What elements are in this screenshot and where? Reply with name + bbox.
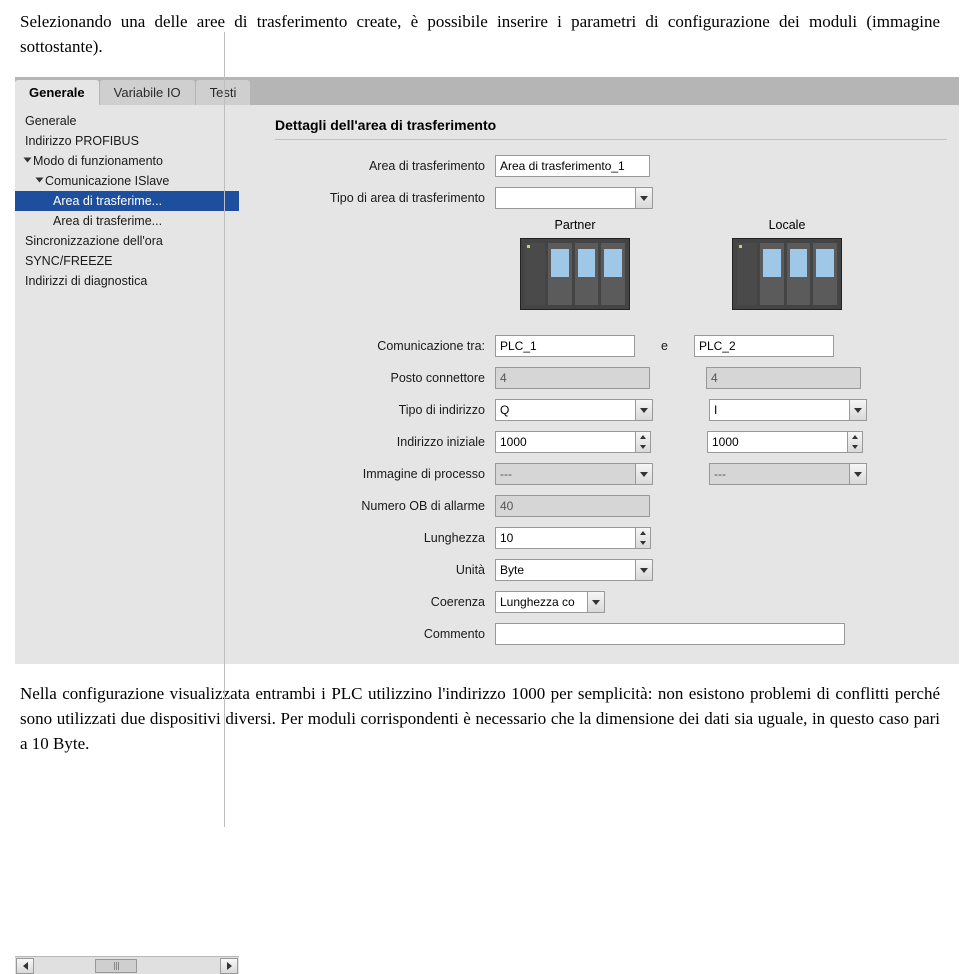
spinner-lunghezza[interactable] (495, 527, 651, 549)
label-partner: Partner (495, 218, 655, 232)
label-unita: Unità (275, 563, 495, 577)
combo-input[interactable] (495, 399, 635, 421)
label-tipo-area: Tipo di area di trasferimento (275, 191, 495, 205)
doc-outro-paragraph: Nella configurazione visualizzata entram… (0, 664, 960, 766)
sidebar-item-generale[interactable]: Generale (15, 111, 239, 131)
doc-intro-paragraph: Selezionando una delle aree di trasferim… (0, 0, 960, 77)
sidebar-item-sincronizzazione[interactable]: Sincronizzazione dell'ora (15, 231, 239, 251)
combo-immagine-b[interactable] (709, 463, 867, 485)
input-plc-a[interactable] (495, 335, 635, 357)
dropdown-button[interactable] (849, 399, 867, 421)
chevron-down-icon (640, 568, 648, 573)
chevron-right-icon (227, 962, 232, 970)
label-coerenza: Coerenza (275, 595, 495, 609)
input-numero-ob (495, 495, 650, 517)
combo-input[interactable] (495, 187, 635, 209)
tab-generale[interactable]: Generale (15, 80, 99, 105)
spin-down[interactable] (636, 538, 650, 548)
label-comunicazione-tra: Comunicazione tra: (275, 339, 495, 353)
spinner-input[interactable] (495, 527, 635, 549)
scroll-left-button[interactable] (16, 958, 34, 974)
scroll-right-button[interactable] (220, 958, 238, 974)
caret-icon (24, 158, 32, 163)
sidebar-item-indirizzo-profibus[interactable]: Indirizzo PROFIBUS (15, 131, 239, 151)
sidebar-nav: Generale Indirizzo PROFIBUS Modo di funz… (15, 105, 239, 664)
label-area-trasferimento: Area di trasferimento (275, 159, 495, 173)
sidebar-item-comunicazione-islave[interactable]: Comunicazione ISlave (15, 171, 239, 191)
combo-tipo-area[interactable] (495, 187, 653, 209)
label-e: e (661, 339, 668, 353)
label-immagine-processo: Immagine di processo (275, 467, 495, 481)
caret-icon (36, 178, 44, 183)
label-tipo-indirizzo: Tipo di indirizzo (275, 403, 495, 417)
sidebar-item-area-trasferimento-1[interactable]: Area di trasferime... (15, 191, 239, 211)
chevron-down-icon (854, 472, 862, 477)
sidebar-hscrollbar[interactable] (15, 956, 239, 974)
label-numero-ob: Numero OB di allarme (275, 499, 495, 513)
spinner-input[interactable] (495, 431, 635, 453)
combo-coerenza[interactable] (495, 591, 605, 613)
input-commento[interactable] (495, 623, 845, 645)
locale-column: Locale (707, 218, 867, 310)
dropdown-button[interactable] (635, 559, 653, 581)
input-plc-b[interactable] (694, 335, 834, 357)
spinner-indirizzo-b[interactable] (707, 431, 863, 453)
tab-testi[interactable]: Testi (196, 80, 251, 105)
sidebar-item-indirizzi-diagnostica[interactable]: Indirizzi di diagnostica (15, 271, 239, 291)
details-pane: Dettagli dell'area di trasferimento Area… (239, 105, 959, 664)
partner-column: Partner (495, 218, 655, 310)
plc-locale-icon (732, 238, 842, 310)
combo-input[interactable] (709, 399, 849, 421)
tab-bar: Generale Variabile IO Testi (15, 77, 959, 105)
spin-up[interactable] (636, 528, 650, 538)
spin-down[interactable] (636, 442, 650, 452)
chevron-down-icon (854, 408, 862, 413)
chevron-down-icon (640, 196, 648, 201)
label-indirizzo-iniziale: Indirizzo iniziale (275, 435, 495, 449)
chevron-down-icon (592, 600, 600, 605)
config-panel: Generale Variabile IO Testi Generale Ind… (15, 77, 959, 664)
sidebar-item-modo-funzionamento[interactable]: Modo di funzionamento (15, 151, 239, 171)
spin-up[interactable] (848, 432, 862, 442)
combo-tipo-a[interactable] (495, 399, 653, 421)
combo-input[interactable] (495, 559, 635, 581)
combo-immagine-a[interactable] (495, 463, 653, 485)
combo-input (495, 463, 635, 485)
scroll-thumb[interactable] (95, 959, 137, 973)
label-commento: Commento (275, 627, 495, 641)
spin-down[interactable] (848, 442, 862, 452)
plc-partner-icon (520, 238, 630, 310)
dropdown-button[interactable] (635, 463, 653, 485)
chevron-left-icon (23, 962, 28, 970)
chevron-down-icon (640, 408, 648, 413)
tab-variabile-io[interactable]: Variabile IO (100, 80, 195, 105)
combo-unita[interactable] (495, 559, 653, 581)
label-locale: Locale (707, 218, 867, 232)
sidebar-item-label: Comunicazione ISlave (45, 174, 169, 188)
dropdown-button[interactable] (635, 399, 653, 421)
input-posto-a (495, 367, 650, 389)
section-title: Dettagli dell'area di trasferimento (275, 117, 947, 133)
dropdown-button[interactable] (587, 591, 605, 613)
spin-up[interactable] (636, 432, 650, 442)
combo-input (709, 463, 849, 485)
vertical-divider (224, 32, 225, 827)
spinner-indirizzo-a[interactable] (495, 431, 651, 453)
input-area-trasferimento[interactable] (495, 155, 650, 177)
combo-tipo-b[interactable] (709, 399, 867, 421)
chevron-down-icon (640, 472, 648, 477)
dropdown-button[interactable] (849, 463, 867, 485)
dropdown-button[interactable] (635, 187, 653, 209)
input-posto-b (706, 367, 861, 389)
combo-input[interactable] (495, 591, 587, 613)
sidebar-item-area-trasferimento-2[interactable]: Area di trasferime... (15, 211, 239, 231)
section-divider (275, 139, 947, 140)
label-lunghezza: Lunghezza (275, 531, 495, 545)
sidebar-item-label: Modo di funzionamento (33, 154, 163, 168)
sidebar-item-sync-freeze[interactable]: SYNC/FREEZE (15, 251, 239, 271)
spinner-input[interactable] (707, 431, 847, 453)
label-posto-connettore: Posto connettore (275, 371, 495, 385)
